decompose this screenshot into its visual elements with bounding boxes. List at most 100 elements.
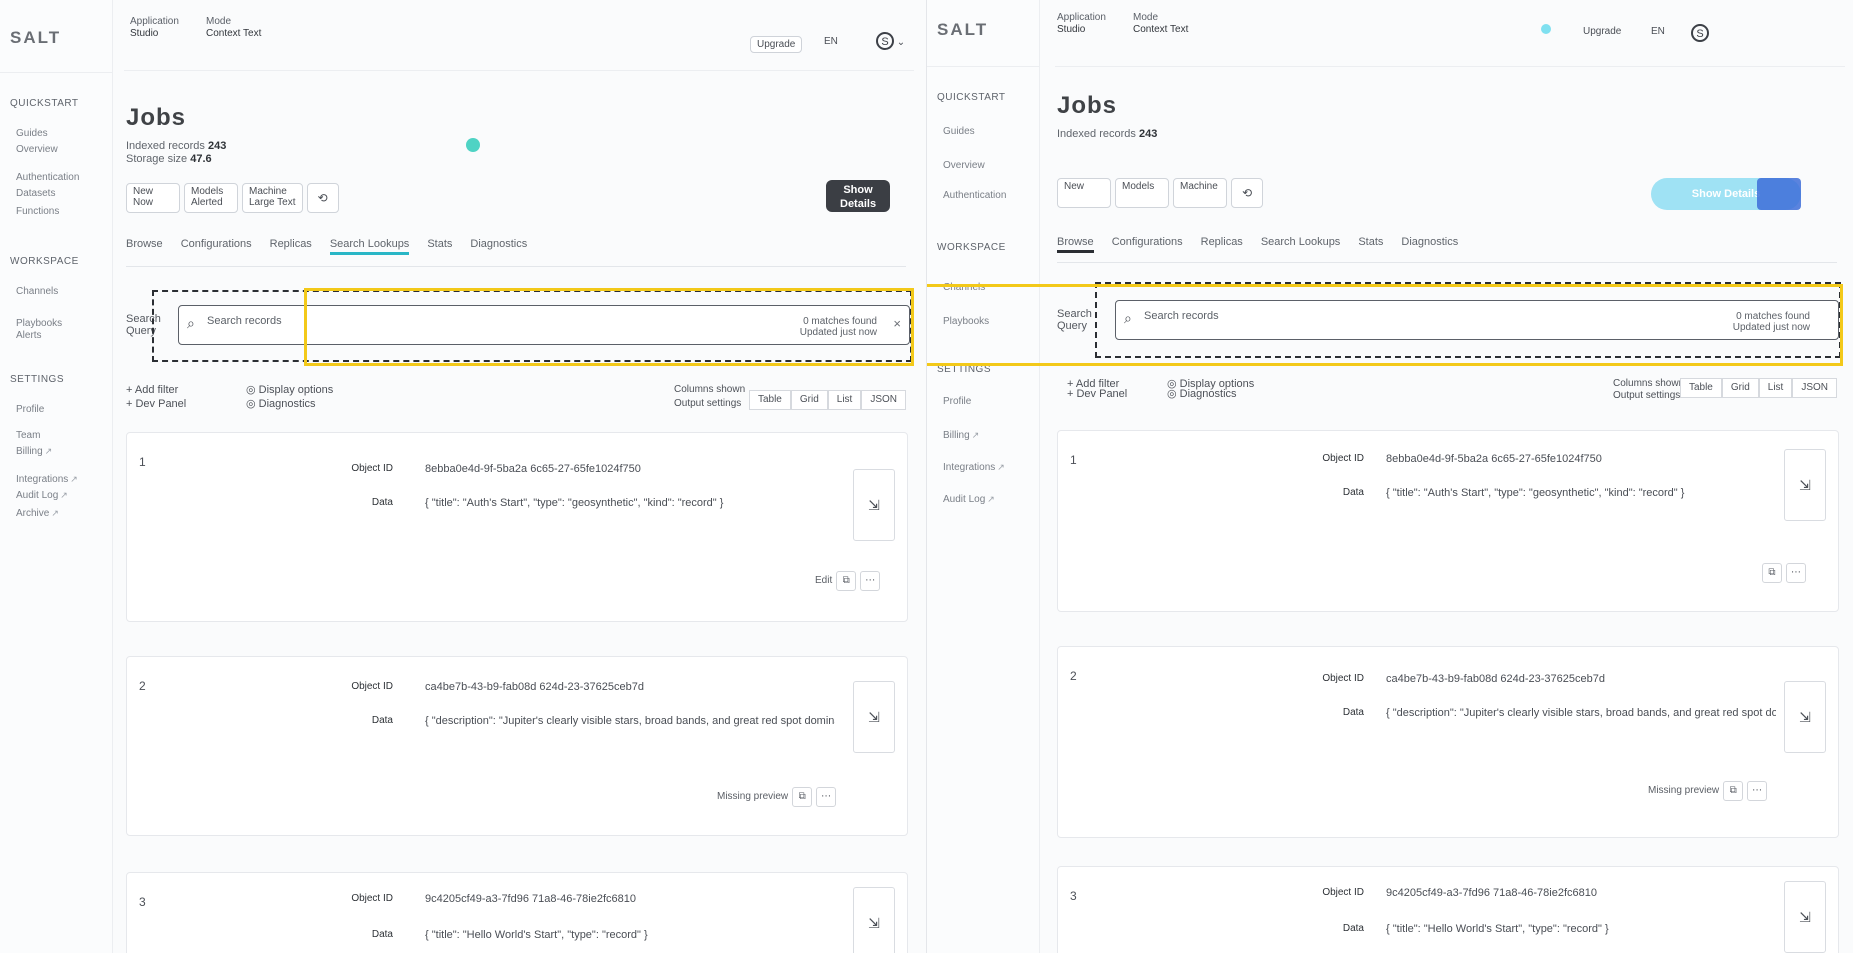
brand-logo[interactable]: SALT [10, 28, 61, 48]
field-label: Data [371, 929, 393, 940]
more-icon[interactable]: ⋯ [1747, 781, 1768, 801]
tab-replicas[interactable]: Replicas [270, 238, 312, 255]
sidebar-item-playbooks[interactable]: Playbooks [16, 318, 106, 329]
brand-logo[interactable]: SALT [937, 20, 988, 40]
filter-models-select[interactable]: Models Alerted [184, 183, 238, 213]
sidebar-item-overview[interactable]: Overview [943, 160, 1033, 171]
record-id: ca4be7b-43-b9-fab08d 624d-23-37625ceb7d [425, 681, 644, 693]
top-bar: Application Studio Mode Context Text Upgra… [1055, 6, 1845, 67]
record-card[interactable]: 2 Object ID ca4be7b-43-b9-fab08d 624d-23… [126, 656, 908, 836]
avatar[interactable]: S [1691, 24, 1709, 42]
columns-shown-label: Columns shown [1613, 378, 1685, 389]
view-table-toggle[interactable]: Table [1679, 378, 1722, 398]
tab-search-lookups[interactable]: Search Lookups [329, 238, 410, 255]
tab-diagnostics[interactable]: Diagnostics [1401, 236, 1458, 253]
tab-configurations[interactable]: Configurations [181, 238, 252, 255]
filter-machine-select[interactable]: Machine [1173, 178, 1227, 208]
avatar[interactable]: S [876, 32, 894, 50]
breadcrumb-mode[interactable]: Mode Context Text [206, 16, 261, 40]
sidebar-item-authentication[interactable]: Authentication [16, 172, 106, 183]
copy-icon[interactable]: ⧉ [792, 787, 813, 807]
expand-icon[interactable]: ⇲ [853, 469, 895, 541]
upgrade-toggle[interactable]: Upgrade [750, 36, 803, 53]
breadcrumb-mode[interactable]: Mode Context Text [1133, 12, 1188, 36]
account-menu[interactable]: S ⌄ [876, 32, 905, 50]
sidebar-item-guides[interactable]: Guides [16, 128, 106, 139]
record-card[interactable]: 3 Object ID 9c4205cf49-a3-7fd96 71a8-46-… [126, 872, 908, 953]
view-json-toggle[interactable]: JSON [861, 390, 906, 410]
reset-filters-button[interactable]: ⟲ [306, 183, 339, 213]
record-id: 8ebba0e4d-9f-5ba2a 6c65-27-65fe1024f750 [425, 463, 641, 475]
sidebar-item-billing[interactable]: Billing ↗ [16, 446, 106, 457]
card-footer: ⧉ ⋯ [1758, 563, 1806, 583]
tab-replicas[interactable]: Replicas [1201, 236, 1243, 253]
sidebar-item-overview[interactable]: Overview [16, 144, 106, 155]
copy-icon[interactable]: ⧉ [836, 571, 857, 591]
sidebar-item-alerts[interactable]: Alerts [16, 330, 106, 341]
external-link-icon: ↗ [987, 494, 995, 504]
sidebar-item-profile[interactable]: Profile [943, 396, 1033, 407]
record-card[interactable]: 2 Object ID ca4be7b-43-b9-fab08d 624d-23… [1057, 646, 1839, 838]
view-grid-toggle[interactable]: Grid [790, 390, 828, 410]
view-list-toggle[interactable]: List [1758, 378, 1793, 398]
sidebar-item-billing[interactable]: Billing ↗ [943, 430, 1033, 441]
filter-models-select[interactable]: Models [1115, 178, 1169, 208]
sidebar-item-guides[interactable]: Guides [943, 126, 1033, 137]
filter-new-select[interactable]: New [1057, 178, 1111, 208]
record-card[interactable]: 1 Object ID 8ebba0e4d-9f-5ba2a 6c65-27-6… [126, 432, 908, 622]
dev-panel-link[interactable]: + Dev Panel [1067, 388, 1127, 400]
diagnostics-link[interactable]: ◎ Diagnostics [1167, 388, 1237, 400]
tab-browse[interactable]: Browse [1057, 236, 1094, 253]
display-options-link[interactable]: ◎ Display options [246, 384, 333, 396]
sidebar-item-integrations[interactable]: Integrations ↗ [16, 474, 106, 485]
tab-stats[interactable]: Stats [1358, 236, 1383, 253]
upgrade-toggle[interactable]: Upgrade [1583, 26, 1621, 37]
expand-icon[interactable]: ⇲ [1784, 449, 1826, 521]
sidebar-item-audit-log[interactable]: Audit Log ↗ [943, 494, 1033, 505]
view-table-toggle[interactable]: Table [748, 390, 791, 410]
sidebar-item-profile[interactable]: Profile [16, 404, 106, 415]
expand-icon[interactable]: ⇲ [1784, 881, 1826, 953]
breadcrumb-application[interactable]: Application Studio [130, 16, 179, 40]
more-icon[interactable]: ⋯ [816, 787, 837, 807]
reset-filters-button[interactable]: ⟲ [1231, 178, 1263, 208]
more-icon[interactable]: ⋯ [860, 571, 881, 591]
breadcrumb-application[interactable]: Application Studio [1057, 12, 1106, 36]
sidebar-item-channels[interactable]: Channels [16, 286, 106, 297]
sidebar-item-archive[interactable]: Archive ↗ [16, 508, 106, 519]
sidebar-item-audit-log[interactable]: Audit Log ↗ [16, 490, 106, 501]
output-settings-label: Output settings [1613, 390, 1681, 401]
more-icon[interactable]: ⋯ [1786, 563, 1806, 583]
copy-icon[interactable]: ⧉ [1723, 781, 1744, 801]
copy-icon[interactable]: ⧉ [1762, 563, 1782, 583]
filter-new-select[interactable]: New Now [126, 183, 180, 213]
show-details-button[interactable]: Show Details [826, 180, 890, 212]
sidebar-item-team[interactable]: Team [16, 430, 106, 441]
language-select[interactable]: EN [824, 36, 838, 47]
expand-icon[interactable]: ⇲ [1784, 681, 1826, 753]
view-grid-toggle[interactable]: Grid [1721, 378, 1759, 398]
diagnostics-link[interactable]: ◎ Diagnostics [246, 398, 316, 410]
account-menu[interactable]: S [1691, 24, 1709, 42]
external-link-icon: ↗ [997, 462, 1005, 472]
view-list-toggle[interactable]: List [827, 390, 862, 410]
sidebar-item-functions[interactable]: Functions [16, 206, 106, 217]
tab-diagnostics[interactable]: Diagnostics [470, 238, 527, 255]
add-filter-link[interactable]: + Add filter [126, 384, 178, 396]
sidebar-item-authentication[interactable]: Authentication [943, 190, 1033, 201]
tab-stats[interactable]: Stats [427, 238, 452, 255]
tab-browse[interactable]: Browse [126, 238, 163, 255]
sidebar-item-integrations[interactable]: Integrations ↗ [943, 462, 1033, 473]
record-card[interactable]: 3 Object ID 9c4205cf49-a3-7fd96 71a8-46-… [1057, 866, 1839, 953]
filter-machine-select[interactable]: Machine Large Text [242, 183, 303, 213]
dev-panel-link[interactable]: + Dev Panel [126, 398, 186, 410]
expand-icon[interactable]: ⇲ [853, 681, 895, 753]
tab-search-lookups[interactable]: Search Lookups [1261, 236, 1341, 253]
left-pane: SALT Quickstart Guides Overview Authenti… [0, 0, 926, 953]
sidebar-item-datasets[interactable]: Datasets [16, 188, 106, 199]
language-select[interactable]: EN [1651, 26, 1665, 37]
tab-configurations[interactable]: Configurations [1112, 236, 1183, 253]
expand-icon[interactable]: ⇲ [853, 887, 895, 953]
record-card[interactable]: 1 Object ID 8ebba0e4d-9f-5ba2a 6c65-27-6… [1057, 430, 1839, 612]
view-json-toggle[interactable]: JSON [1792, 378, 1837, 398]
